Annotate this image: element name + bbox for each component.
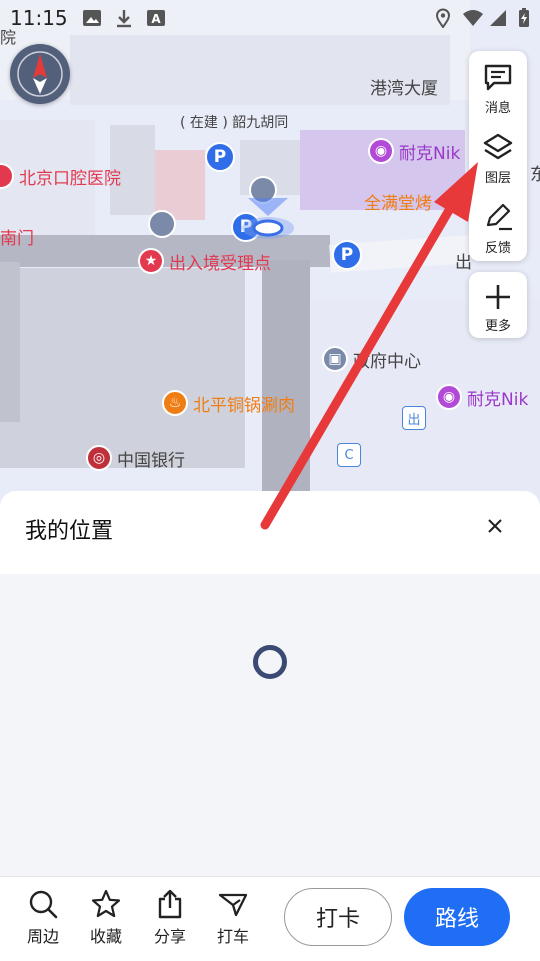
wifi-icon <box>463 10 483 26</box>
location-icon <box>435 8 451 28</box>
feedback-button[interactable]: 反馈 <box>469 191 527 257</box>
poi-bank-of-china[interactable]: ◎ 中国银行 <box>86 445 185 471</box>
poi-dental-hospital[interactable]: 北京口腔医院 <box>0 163 121 189</box>
feedback-pen-icon <box>486 203 512 231</box>
poi-immigration-office[interactable]: ★ 出入境受理点 <box>138 248 271 274</box>
poi-government-center[interactable]: ▣ 政府中心 <box>322 346 421 372</box>
layers-label: 图层 <box>484 171 511 186</box>
shopping-icon: ◉ <box>368 138 394 164</box>
share-icon <box>158 889 182 919</box>
loading-spinner-icon <box>253 645 287 679</box>
parking-icon[interactable]: P <box>205 142 235 172</box>
subway-c-sign[interactable]: C <box>337 443 361 467</box>
nearby-label: 周边 <box>26 927 59 946</box>
star-icon <box>91 889 121 918</box>
poi-hotpot-restaurant[interactable]: ♨ 北平铜锅涮肉 <box>162 390 295 416</box>
subway-exit-sign[interactable]: 出 <box>402 406 426 430</box>
message-button[interactable]: 消息 <box>469 51 527 117</box>
feedback-label: 反馈 <box>484 241 511 256</box>
taxi-label: 打车 <box>216 927 249 946</box>
star-badge-icon: ★ <box>138 248 164 274</box>
message-label: 消息 <box>484 101 511 116</box>
signal-icon <box>490 10 506 26</box>
route-button[interactable]: 路线 <box>404 888 510 946</box>
search-icon <box>29 890 58 919</box>
sheet-title: 我的位置 <box>25 519 114 544</box>
favorite-label: 收藏 <box>89 927 122 946</box>
share-button[interactable]: 分享 <box>145 889 195 947</box>
bank-icon: ◎ <box>86 445 112 471</box>
poi-nike-bottom[interactable]: ◉ 耐克Nik <box>436 384 528 410</box>
taxi-button[interactable]: 打车 <box>208 889 258 947</box>
shopping-icon: ◉ <box>436 384 462 410</box>
map-building <box>0 262 20 422</box>
svg-text:A: A <box>151 12 161 26</box>
poi-east-partial: 东 <box>530 165 540 185</box>
font-icon: A <box>147 10 165 26</box>
close-icon <box>488 519 502 533</box>
poi-nike-top[interactable]: ◉ 耐克Nik <box>368 138 460 164</box>
message-icon <box>484 64 512 91</box>
more-button[interactable]: 更多 <box>469 272 527 338</box>
status-time: 11:15 <box>10 6 68 30</box>
map-toolbar: 消息 图层 反馈 <box>469 51 527 261</box>
poi-gangwan-building[interactable]: 港湾大厦 <box>370 74 438 99</box>
compass-icon[interactable] <box>10 44 70 104</box>
plus-icon <box>486 285 510 309</box>
layers-button[interactable]: 图层 <box>469 121 527 187</box>
favorite-button[interactable]: 收藏 <box>81 889 131 947</box>
my-location-icon[interactable] <box>236 190 300 242</box>
checkin-label: 打卡 <box>315 907 360 932</box>
bottom-action-bar: 周边 收藏 分享 打车 打卡 路线 <box>0 876 540 961</box>
map-building <box>0 268 245 468</box>
route-label: 路线 <box>434 907 479 932</box>
taxi-icon <box>218 893 248 917</box>
food-icon: ♨ <box>162 390 188 416</box>
poi-south-gate[interactable]: 南门 <box>0 224 34 249</box>
hospital-icon <box>0 163 14 189</box>
image-icon <box>83 10 101 26</box>
nearby-button[interactable]: 周边 <box>18 889 68 947</box>
checkin-button[interactable]: 打卡 <box>284 888 392 946</box>
status-bar: 11:15 A <box>0 0 540 36</box>
parking-icon[interactable]: P <box>332 240 362 270</box>
map-view[interactable]: 院 港湾大厦 ( 在建 ) 韶九胡同 北京口腔医院 ◉ 耐克Nik 全满堂烤 南… <box>0 0 540 520</box>
share-label: 分享 <box>153 927 186 946</box>
restroom-icon[interactable] <box>148 210 176 238</box>
close-button[interactable] <box>480 511 510 541</box>
poi-roast[interactable]: 全满堂烤 <box>364 189 432 214</box>
poi-construction-note: ( 在建 ) 韶九胡同 <box>180 115 289 131</box>
download-icon <box>117 10 131 28</box>
battery-icon <box>519 8 529 27</box>
building-icon: ▣ <box>322 346 348 372</box>
sheet-header: 我的位置 <box>0 491 540 574</box>
more-label: 更多 <box>484 319 511 334</box>
layers-icon <box>483 133 513 160</box>
